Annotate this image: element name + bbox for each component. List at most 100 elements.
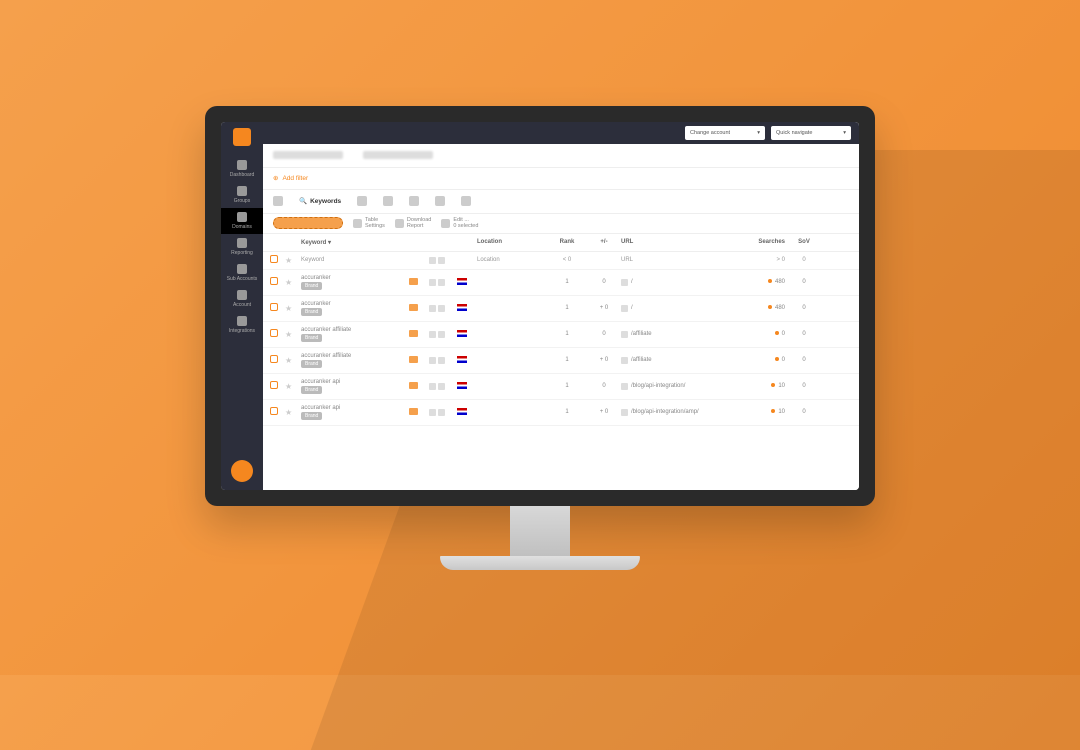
url-filter-input[interactable]: URL: [621, 257, 633, 263]
location-filter-input[interactable]: Location: [477, 257, 500, 263]
nav-integrations[interactable]: Integrations: [221, 312, 263, 338]
page-icon: [621, 305, 628, 312]
select-all-checkbox[interactable]: [270, 255, 278, 263]
country-flag-icon: [457, 278, 467, 285]
tab-tags-icon[interactable]: [435, 196, 445, 206]
chevron-down-icon: ▾: [843, 130, 846, 136]
download-report-button[interactable]: DownloadReport: [395, 217, 431, 229]
table-row[interactable]: ★accuranker affiliateBrand1 0/affiliate0…: [263, 322, 859, 348]
table-row[interactable]: ★accuranker apiBrand1+ 0/blog/api-integr…: [263, 400, 859, 426]
page-icon: [621, 331, 628, 338]
sov-value: 0: [791, 409, 817, 415]
searches-value: 10: [741, 409, 791, 415]
url-value: /blog/api-integration/amp/: [631, 409, 699, 415]
star-icon[interactable]: ★: [285, 382, 292, 391]
desktop-icon: [429, 357, 436, 364]
page-icon: [621, 357, 628, 364]
keyword-text: accuranker: [301, 301, 409, 307]
searches-value: 480: [741, 279, 791, 285]
groups-icon: [237, 186, 247, 196]
star-icon[interactable]: ★: [285, 330, 292, 339]
col-location[interactable]: Location: [477, 239, 547, 245]
change-value: + 0: [587, 305, 621, 311]
topbar: Change account▾ Quick navigate▾: [263, 122, 859, 144]
row-checkbox[interactable]: [270, 277, 278, 285]
page-icon: [621, 409, 628, 416]
monitor-icon: [237, 160, 247, 170]
megaphone-icon: [409, 382, 418, 389]
tab-notes-icon[interactable]: [461, 196, 471, 206]
row-checkbox[interactable]: [270, 381, 278, 389]
quick-navigate-dropdown[interactable]: Quick navigate▾: [771, 126, 851, 140]
table-row[interactable]: ★accurankerBrand1+ 0/4800: [263, 296, 859, 322]
sov-value: 0: [791, 331, 817, 337]
nav-account[interactable]: Account: [221, 286, 263, 312]
table-settings-button[interactable]: TableSettings: [353, 217, 385, 229]
keyword-tag: Brand: [301, 360, 322, 368]
col-sov[interactable]: SoV: [791, 239, 817, 245]
google-icon: [438, 409, 445, 416]
tab-trophy-icon[interactable]: [383, 196, 393, 206]
searches-value: 480: [741, 305, 791, 311]
star-icon[interactable]: ★: [285, 304, 292, 313]
download-icon: [395, 219, 404, 228]
google-icon: [438, 279, 445, 286]
searches-value: 10: [741, 383, 791, 389]
change-value: + 0: [587, 357, 621, 363]
keyword-tag: Brand: [301, 308, 322, 316]
keyword-tag: Brand: [301, 412, 322, 420]
tab-overview-icon[interactable]: [273, 196, 283, 206]
chevron-down-icon: ▾: [757, 130, 760, 136]
add-filter-button[interactable]: ⊕Add filter: [263, 168, 859, 190]
nav-groups[interactable]: Groups: [221, 182, 263, 208]
col-rank[interactable]: Rank: [547, 239, 587, 245]
report-icon: [237, 238, 247, 248]
country-flag-icon: [457, 382, 467, 389]
google-icon: [438, 357, 445, 364]
tab-target-icon[interactable]: [409, 196, 419, 206]
col-keyword[interactable]: Keyword ▾: [299, 239, 409, 246]
col-searches[interactable]: Searches: [741, 239, 791, 245]
keyword-tag: Brand: [301, 282, 322, 290]
nav-dashboard[interactable]: Dashboard: [221, 156, 263, 182]
keyword-text: accuranker api: [301, 405, 409, 411]
url-value: /: [631, 279, 633, 285]
rank-value: 1: [547, 305, 587, 311]
keyword-tag: Brand: [301, 334, 322, 342]
tab-keywords[interactable]: 🔍Keywords: [299, 197, 341, 205]
country-flag-icon: [457, 330, 467, 337]
table-row[interactable]: ★accuranker affiliateBrand1+ 0/affiliate…: [263, 348, 859, 374]
star-icon[interactable]: ★: [285, 278, 292, 287]
row-checkbox[interactable]: [270, 303, 278, 311]
searches-value: 0: [741, 331, 791, 337]
rank-value: 1: [547, 279, 587, 285]
row-checkbox[interactable]: [270, 355, 278, 363]
edit-selected-button[interactable]: Edit ...0 selected: [441, 217, 478, 229]
change-account-dropdown[interactable]: Change account▾: [685, 126, 765, 140]
nav-reporting[interactable]: Reporting: [221, 234, 263, 260]
add-keyword-button[interactable]: [273, 217, 343, 229]
sov-value: 0: [791, 383, 817, 389]
change-value: + 0: [587, 409, 621, 415]
tab-competitors-icon[interactable]: [357, 196, 367, 206]
row-checkbox[interactable]: [270, 329, 278, 337]
url-value: /: [631, 305, 633, 311]
google-icon: [438, 383, 445, 390]
megaphone-icon: [409, 330, 418, 337]
user-icon: [237, 290, 247, 300]
keyword-filter-input[interactable]: Keyword: [301, 257, 324, 263]
row-checkbox[interactable]: [270, 407, 278, 415]
keyword-tag: Brand: [301, 386, 322, 394]
url-value: /affiliate: [631, 357, 652, 363]
col-url[interactable]: URL: [621, 239, 741, 245]
desktop-icon: [429, 331, 436, 338]
star-icon[interactable]: ★: [285, 356, 292, 365]
star-filter-icon[interactable]: ★: [285, 256, 292, 265]
keyword-text: accuranker: [301, 275, 409, 281]
col-change[interactable]: +/-: [587, 239, 621, 245]
table-row[interactable]: ★accurankerBrand1 0/4800: [263, 270, 859, 296]
nav-domains[interactable]: Domains: [221, 208, 263, 234]
table-row[interactable]: ★accuranker apiBrand1 0/blog/api-integra…: [263, 374, 859, 400]
nav-subaccounts[interactable]: Sub Accounts: [221, 260, 263, 286]
star-icon[interactable]: ★: [285, 408, 292, 417]
